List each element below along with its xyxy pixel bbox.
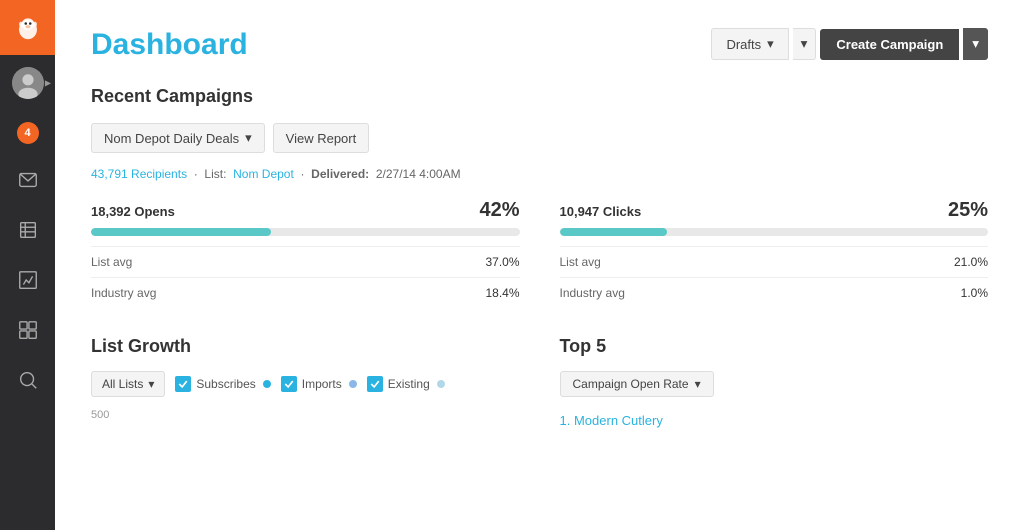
- opens-progress-fill: [91, 228, 271, 236]
- badge-count: 4: [17, 122, 39, 144]
- existing-checkbox-group: Existing: [367, 376, 445, 392]
- nav-search[interactable]: [0, 355, 55, 405]
- list-growth-section: List Growth All Lists ▾ Subscribes: [91, 336, 520, 432]
- sidebar-logo[interactable]: [0, 0, 55, 55]
- list-growth-title: List Growth: [91, 336, 520, 357]
- opens-percent: 42%: [479, 199, 519, 222]
- recent-campaigns-title: Recent Campaigns: [91, 86, 988, 107]
- opens-progress-bar: [91, 228, 520, 236]
- clicks-list-avg-row: List avg 21.0%: [560, 246, 989, 277]
- clicks-stat: 10,947 Clicks 25% List avg 21.0% Industr…: [560, 199, 989, 308]
- top5-title: Top 5: [560, 336, 989, 357]
- clicks-industry-avg-row: Industry avg 1.0%: [560, 277, 989, 308]
- nav-reports[interactable]: [0, 255, 55, 305]
- nav-automations[interactable]: [0, 305, 55, 355]
- opens-header: 18,392 Opens 42%: [91, 199, 520, 222]
- stats-grid: 18,392 Opens 42% List avg 37.0% Industry…: [91, 199, 988, 308]
- opens-stat: 18,392 Opens 42% List avg 37.0% Industry…: [91, 199, 520, 308]
- recent-campaigns-section: Recent Campaigns Nom Depot Daily Deals ▾…: [91, 86, 988, 308]
- imports-dot: [349, 380, 357, 388]
- opens-list-avg-row: List avg 37.0%: [91, 246, 520, 277]
- campaign-controls: Nom Depot Daily Deals ▾ View Report: [91, 123, 988, 153]
- page-header: Dashboard Drafts ▾ ▾ Create Campaign ▾: [91, 28, 988, 62]
- top5-list: 1. Modern Cutlery: [560, 409, 989, 432]
- opens-label: 18,392 Opens: [91, 204, 175, 219]
- chart-y-label: 500: [91, 409, 520, 421]
- clicks-label: 10,947 Clicks: [560, 204, 642, 219]
- imports-checkbox-group: Imports: [281, 376, 357, 392]
- bottom-grid: List Growth All Lists ▾ Subscribes: [91, 336, 988, 432]
- recipients-link[interactable]: 43,791 Recipients: [91, 167, 187, 181]
- top5-item-link[interactable]: Modern Cutlery: [574, 413, 663, 428]
- drafts-split-caret[interactable]: ▾: [793, 28, 817, 60]
- subscribes-checkbox[interactable]: [175, 376, 191, 392]
- existing-checkbox[interactable]: [367, 376, 383, 392]
- all-lists-button[interactable]: All Lists ▾: [91, 371, 165, 397]
- open-rate-button[interactable]: Campaign Open Rate ▾: [560, 371, 714, 397]
- header-actions: Drafts ▾ ▾ Create Campaign ▾: [711, 28, 988, 60]
- drafts-button[interactable]: Drafts ▾: [711, 28, 788, 60]
- campaign-select-button[interactable]: Nom Depot Daily Deals ▾: [91, 123, 265, 153]
- clicks-progress-bar: [560, 228, 989, 236]
- sidebar: ▶ 4: [0, 0, 55, 530]
- view-report-button[interactable]: View Report: [273, 123, 370, 153]
- notifications-badge[interactable]: 4: [0, 110, 55, 155]
- nav-lists[interactable]: [0, 205, 55, 255]
- top5-item-number: 1.: [560, 413, 574, 428]
- subscribes-checkbox-group: Subscribes: [175, 376, 270, 392]
- list-link[interactable]: Nom Depot: [233, 167, 294, 181]
- campaign-meta: 43,791 Recipients · List: Nom Depot · De…: [91, 167, 988, 181]
- page-title: Dashboard: [91, 28, 248, 62]
- nav-campaigns[interactable]: [0, 155, 55, 205]
- user-avatar[interactable]: ▶: [0, 55, 55, 110]
- top5-item: 1. Modern Cutlery: [560, 409, 989, 432]
- open-rate-caret-icon: ▾: [695, 377, 701, 391]
- main-content: Dashboard Drafts ▾ ▾ Create Campaign ▾ R…: [55, 0, 1024, 530]
- top5-section: Top 5 Campaign Open Rate ▾ 1. Modern Cut…: [560, 336, 989, 432]
- create-campaign-caret[interactable]: ▾: [963, 28, 988, 60]
- subscribes-dot: [263, 380, 271, 388]
- all-lists-caret-icon: ▾: [148, 377, 154, 391]
- campaign-select-caret-icon: ▾: [245, 130, 252, 146]
- imports-checkbox[interactable]: [281, 376, 297, 392]
- avatar: [12, 67, 44, 99]
- drafts-caret-icon: ▾: [767, 36, 774, 52]
- clicks-header: 10,947 Clicks 25%: [560, 199, 989, 222]
- create-campaign-button[interactable]: Create Campaign: [820, 29, 959, 60]
- opens-industry-avg-row: Industry avg 18.4%: [91, 277, 520, 308]
- growth-controls: All Lists ▾ Subscribes: [91, 371, 520, 397]
- top5-controls: Campaign Open Rate ▾: [560, 371, 989, 397]
- avatar-chevron-icon: ▶: [45, 78, 51, 87]
- clicks-percent: 25%: [948, 199, 988, 222]
- clicks-progress-fill: [560, 228, 667, 236]
- existing-dot: [437, 380, 445, 388]
